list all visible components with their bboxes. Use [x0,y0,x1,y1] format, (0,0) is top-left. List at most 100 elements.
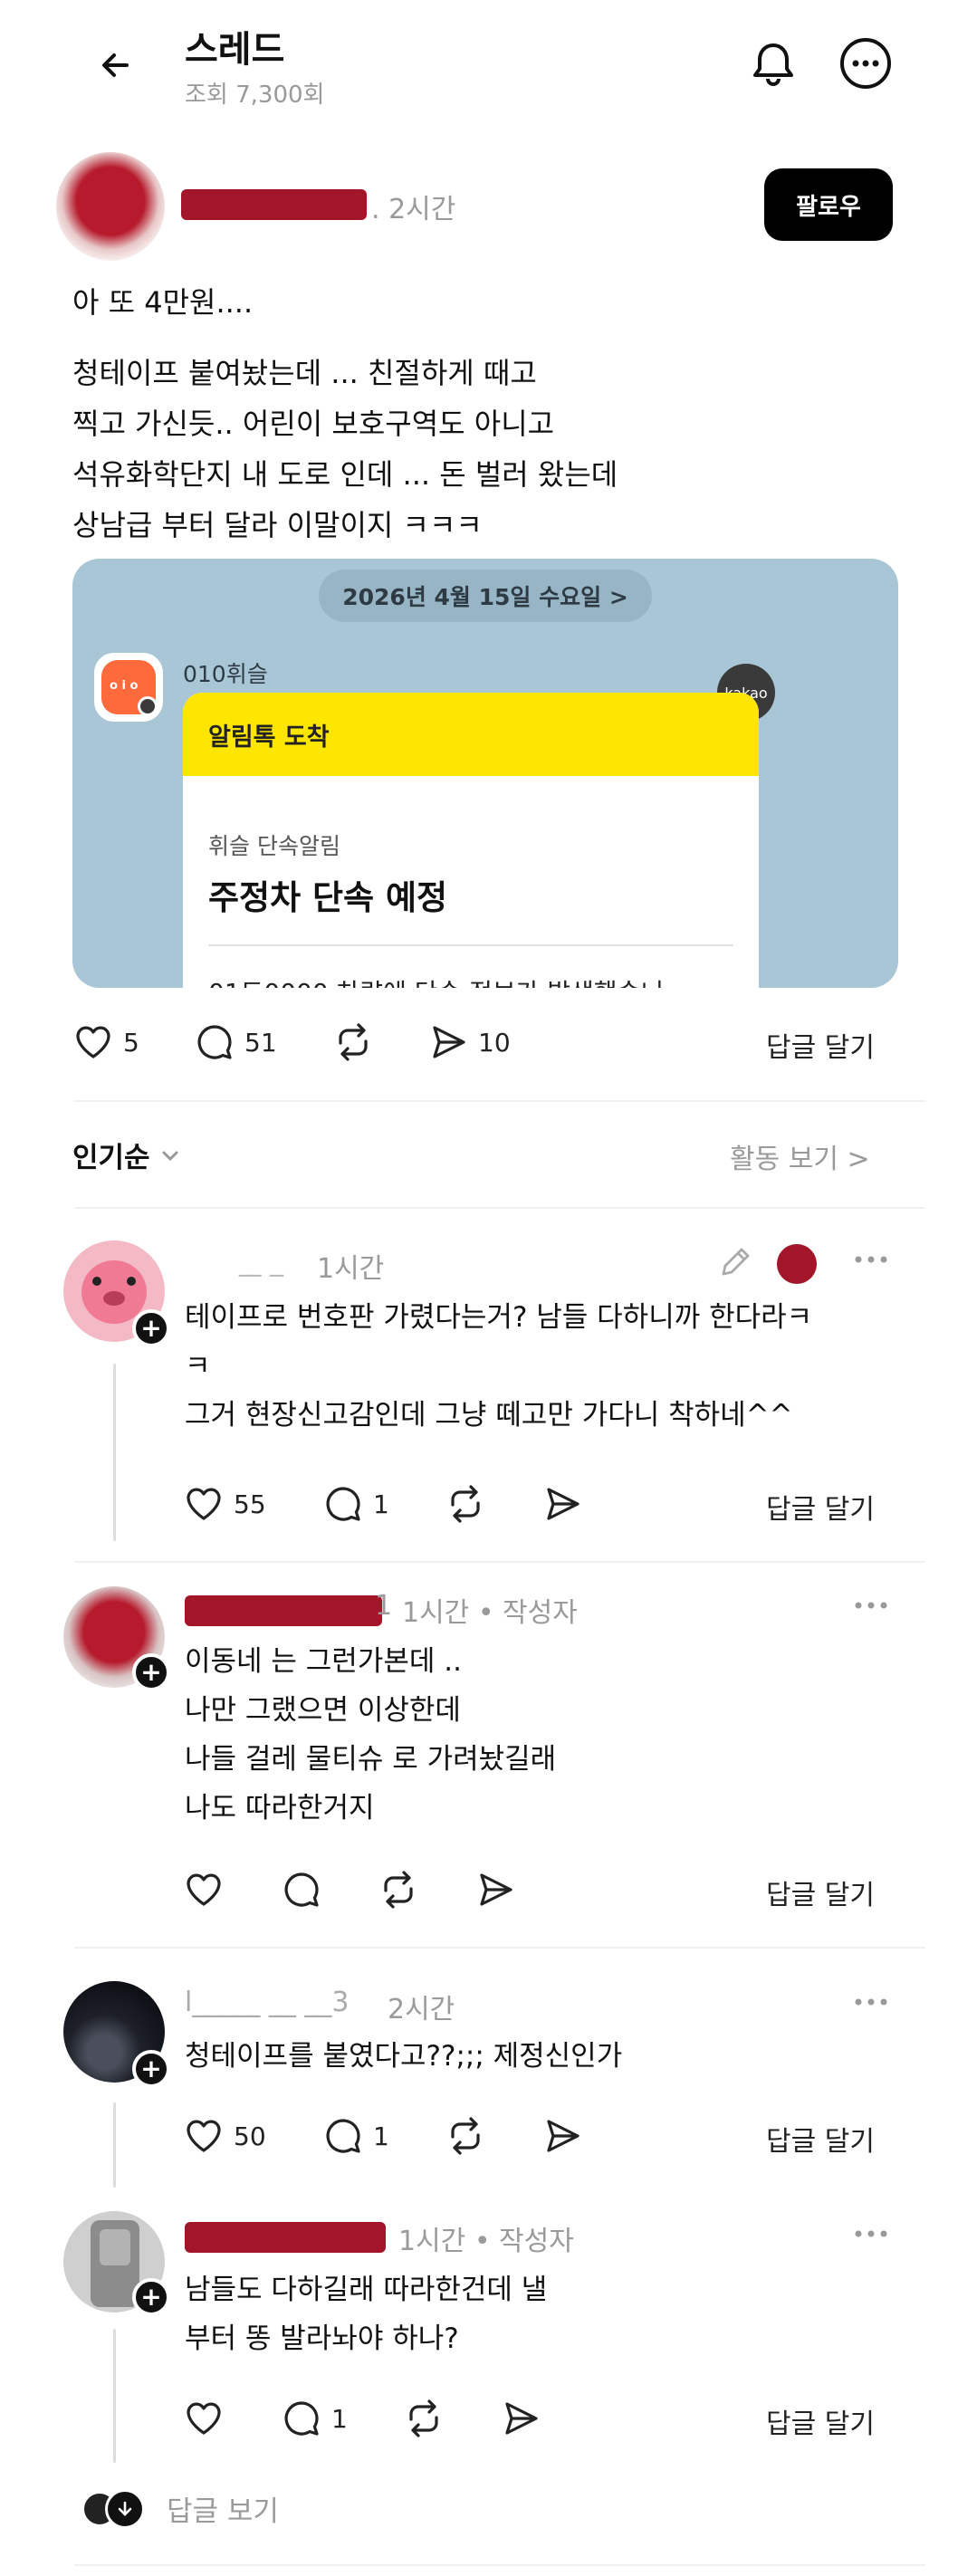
follow-button[interactable]: 팔로우 [764,168,893,241]
comment-share-button[interactable] [541,1483,583,1525]
post-reply-button[interactable]: 답글 달기 [766,1025,875,1065]
comment-line: 나만 그랬으면 이상한데 [185,1694,461,1727]
comment-line: 남들도 다하길래 따라한건데 낼 [185,2274,548,2306]
comment-like-count: 55 [234,1489,266,1519]
author-avatar[interactable] [56,152,165,261]
comment-reply-button[interactable]: 답글 달기 [766,1487,875,1527]
comment-reply-count-button[interactable]: 1 [322,2115,389,2157]
comment-more-button[interactable] [851,2220,891,2247]
comment-reply-count-button[interactable] [281,1869,322,1910]
comment-line: 나도 따라한거지 [185,1792,375,1824]
follow-plus-button[interactable]: + [132,2278,170,2316]
alimtalk-divider [208,944,733,946]
comment-button[interactable]: 51 [194,1021,277,1063]
repost-icon [339,1023,368,1061]
sort-dropdown[interactable]: 인기순 [72,1135,183,1175]
comment-more-button[interactable] [851,1246,891,1273]
thread-line [113,2102,116,2188]
comment-repost-button[interactable] [444,2115,487,2157]
like-button[interactable]: 5 [72,1021,139,1063]
comment-more-button[interactable] [851,1592,891,1619]
alimtalk-cut-text: 01도0000 차량에 단속 정보가 발생했습니 [208,973,664,988]
chevron-down-icon [162,1151,178,1161]
comment-reply-count: 1 [373,2121,389,2151]
post-line: 찍고 가신듯.. 어린이 보호구역도 아니고 [72,407,555,441]
post-line: 석유화학단지 내 도로 인데 ... 돈 벌러 왔는데 [72,457,618,492]
comment-reply-count: 1 [373,1489,389,1519]
comment-like-button[interactable] [183,2398,225,2439]
comment-share-button[interactable] [541,2115,583,2157]
comment-more-button[interactable] [851,1988,891,2016]
back-button[interactable] [91,40,145,94]
post-line: 상남급 부터 달라 이말이지 ㅋㅋㅋ [72,508,483,542]
alimtalk-banner: 알림톡 도착 [183,693,759,776]
comment-line: 그거 현장신고감인데 그냥 떼고만 가다니 착하네^^ [185,1399,793,1432]
send-icon [547,1488,579,1520]
alimtalk-subtitle: 휘슬 단속알림 [208,833,340,859]
date-chip-text: 2026년 4월 15일 수요일 > [342,584,628,610]
comment-reply-count-button[interactable]: 1 [281,2398,348,2439]
bell-icon [753,43,793,86]
comment-time: 1시간 [317,1253,385,1285]
send-icon [547,2120,579,2152]
divider [74,1947,925,1949]
page-title: 스레드 [185,29,285,71]
comment-like-button[interactable]: 55 [183,1483,266,1525]
back-arrow-icon [102,53,129,77]
comment-share-button[interactable] [500,2398,541,2439]
share-button[interactable]: 10 [427,1021,511,1063]
reply-avatars-icon [81,2488,147,2529]
comment-reply-button[interactable]: 답글 달기 [766,2401,875,2441]
arrow-down-icon [118,2501,132,2516]
heart-icon [187,1488,221,1520]
commenter-username-suffix: 1 [375,1590,393,1622]
alimtalk-message: 알림톡 도착 휘슬 단속알림 주정차 단속 예정 01도0000 차량에 단속 … [183,693,759,988]
comment-time: 1시간 • 작성자 [402,1597,578,1629]
comment-reply-button[interactable]: 답글 달기 [766,1872,875,1912]
more-options-button[interactable] [837,34,895,92]
comment-reply-button[interactable]: 답글 달기 [766,2119,875,2159]
comment-time: 2시간 [388,1994,455,2025]
activity-link[interactable]: 활동 보기 > [730,1136,870,1176]
divider [74,1100,925,1102]
comment-like-count: 50 [234,2121,266,2151]
heart-icon [76,1026,110,1058]
follow-plus-button[interactable]: + [132,1653,170,1691]
ellipsis-icon [855,1998,887,2006]
comment-repost-button[interactable] [444,1483,487,1525]
more-circle-icon [840,38,891,89]
ellipsis-icon [855,1602,887,1609]
thread-line [113,2329,116,2463]
commenter-username: _ ̲ _ [185,1246,284,1278]
notification-button[interactable] [744,34,802,92]
comment-repost-button[interactable] [377,1869,420,1910]
comment-like-button[interactable] [183,1869,225,1910]
view-replies-button[interactable]: 답글 보기 [81,2488,279,2529]
share-count: 10 [478,1027,511,1058]
send-icon [505,2402,538,2435]
divider [74,1561,925,1563]
comment-body: 남들도 다하길래 따라한건데 낼 부터 똥 발라놔야 하나? [185,2265,909,2363]
comment-repost-button[interactable] [402,2398,445,2439]
send-icon [433,1026,465,1058]
post-time: . 2시간 [371,194,456,225]
comment-bubble-icon [284,1872,319,1907]
repost-button[interactable] [331,1021,375,1063]
sort-label: 인기순 [72,1142,150,1174]
edit-icon[interactable] [715,1242,755,1282]
comment-line: 이동네 는 그런가본데 .. [185,1645,462,1678]
follow-plus-button[interactable]: + [132,2050,170,2088]
post-image[interactable]: 2026년 4월 15일 수요일 > o i o 010휘슬 kakao 알림톡… [72,559,898,988]
comment-count: 51 [244,1027,277,1058]
send-icon [480,1873,512,1906]
view-replies-label: 답글 보기 [167,2495,279,2528]
follow-plus-button[interactable]: + [132,1309,170,1347]
comment-line: 부터 똥 발라놔야 하나? [185,2322,459,2355]
comment-reply-count-button[interactable]: 1 [322,1483,389,1525]
comment-share-button[interactable] [474,1869,516,1910]
post-first-line: 아 또 4만원.... [72,285,254,320]
sender-name: 010휘슬 [183,661,268,687]
comment-like-button[interactable]: 50 [183,2115,266,2157]
repost-icon [384,1871,413,1909]
redacted-mark [777,1244,817,1284]
